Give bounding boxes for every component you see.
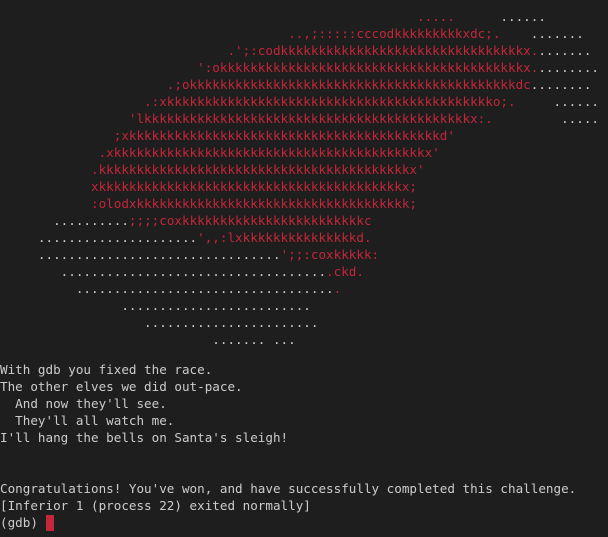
ascii-art-line: .:xkkkkkkkkkkkkkkkkkkkkkkkkkkkkkkkkkkkkk…	[0, 93, 599, 110]
ascii-art-segment: .......	[538, 43, 592, 58]
ascii-art-segment: ;xkkkkkkkkkkkkkkkkkkkkkkkkkkkkkkkkkkkkkk…	[0, 128, 455, 143]
output-line: [Inferior 1 (process 22) exited normally…	[0, 498, 311, 513]
ascii-art-line: .........................	[0, 297, 599, 314]
ascii-art-line: .;okkkkkkkkkkkkkkkkkkkkkkkkkkkkkkkkkkkkk…	[0, 76, 599, 93]
ascii-art-line: ..........;;;;coxkkkkkkkkkkkkkkkkkkkkkkk…	[0, 212, 599, 229]
ascii-art-segment: .........................	[0, 298, 311, 313]
ascii-art-line: :olodxkkkkkkkkkkkkkkkkkkkkkkkkkkkkkkkkkk…	[0, 195, 599, 212]
ascii-art-segment: ..................................	[0, 281, 334, 296]
ascii-art-line: ..,;:::::cccodkkkkkkkkkxdc;. .......	[0, 25, 599, 42]
ascii-art-segment: .....	[0, 9, 501, 24]
ascii-art-line: xkkkkkkkkkkkkkkkkkkkkkkkkkkkkkkkkkkkkkkk…	[0, 178, 599, 195]
ascii-art-segment: ..........	[0, 213, 129, 228]
ascii-art-line: .kkkkkkkkkkkkkkkkkkkkkkkkkkkkkkkkkkkkkkk…	[0, 161, 599, 178]
ascii-art-segment: ........	[530, 77, 592, 92]
ascii-art-line: ':okkkkkkkkkkkkkkkkkkkkkkkkkkkkkkkkkkkkk…	[0, 59, 599, 76]
ascii-art-segment: ...................................	[0, 264, 327, 279]
ascii-art-segment: ........	[538, 60, 599, 75]
cursor[interactable]	[45, 514, 54, 531]
ascii-art-segment: ;;;;coxkkkkkkkkkkkkkkkkkkkkkkkkc	[128, 213, 372, 228]
ascii-art-line: .......................	[0, 314, 599, 331]
ascii-art-segment: xkkkkkkkkkkkkkkkkkkkkkkkkkkkkkkkkkkkkkkk…	[0, 179, 418, 194]
ascii-art-segment: 'lkkkkkkkkkkkkkkkkkkkkkkkkkkkkkkkkkkkkkk…	[0, 111, 562, 126]
output-line: I'll hang the bells on Santa's sleigh!	[0, 430, 289, 445]
ascii-art-segment: ';;:coxkkkkk:	[280, 247, 380, 262]
terminal-output: With gdb you fixed the race. The other el…	[0, 361, 576, 531]
gdb-prompt: (gdb)	[0, 515, 38, 530]
ascii-art-segment: ..,;:::::cccodkkkkkkkkkxdc;.	[0, 26, 531, 41]
ascii-art-line: ...................................	[0, 280, 599, 297]
ascii-art-segment: .:xkkkkkkkkkkkkkkkkkkkkkkkkkkkkkkkkkkkkk…	[0, 94, 554, 109]
ascii-art-line: ................................';;:coxk…	[0, 246, 599, 263]
output-line: The other elves we did out-pace.	[0, 379, 243, 394]
ascii-art-segment: .......................	[0, 315, 319, 330]
ascii-art-line: .';:codkkkkkkkkkkkkkkkkkkkkkkkkkkkkkkkkx…	[0, 42, 599, 59]
ascii-art-line: 'lkkkkkkkkkkkkkkkkkkkkkkkkkkkkkkkkkkkkkk…	[0, 110, 599, 127]
ascii-art-segment: .;okkkkkkkkkkkkkkkkkkkkkkkkkkkkkkkkkkkkk…	[0, 77, 531, 92]
ascii-art-segment: ':okkkkkkkkkkkkkkkkkkkkkkkkkkkkkkkkkkkkk…	[0, 60, 539, 75]
ascii-art-segment: .	[333, 281, 342, 296]
ascii-art-segment: ......	[500, 9, 546, 24]
ascii-art-line: ..... ......	[0, 8, 599, 25]
ascii-art-line: ;xkkkkkkkkkkkkkkkkkkkkkkkkkkkkkkkkkkkkkk…	[0, 127, 599, 144]
ascii-art-line: ....................................ckd.	[0, 263, 599, 280]
ascii-art-segment: .......	[530, 26, 584, 41]
output-line: With gdb you fixed the race.	[0, 362, 213, 377]
output-line: And now they'll see.	[0, 396, 167, 411]
gdb-prompt-line[interactable]: (gdb)	[0, 514, 576, 531]
ascii-art-segment: .xkkkkkkkkkkkkkkkkkkkkkkkkkkkkkkkkkkkkkk…	[0, 145, 440, 160]
ascii-art-segment: ....... ...	[0, 332, 296, 347]
ascii-art-segment: :olodxkkkkkkkkkkkkkkkkkkkkkkkkkkkkkkkkkk…	[0, 196, 418, 211]
ascii-art-segment: .....	[561, 111, 599, 126]
ascii-art-line: .....................',,:lxkkkkkkkkkkkkk…	[0, 229, 599, 246]
ascii-art: ..... ...... ..,;:::::cccodkkkkkkkkkxdc;…	[0, 8, 599, 348]
ascii-art-segment: ................................	[0, 247, 281, 262]
ascii-art-segment: .....................	[0, 230, 198, 245]
ascii-art-line: ....... ...	[0, 331, 599, 348]
ascii-art-segment: ',,:lxkkkkkkkkkkkkkkkd.	[197, 230, 372, 245]
terminal-window[interactable]: ..... ...... ..,;:::::cccodkkkkkkkkkxdc;…	[0, 0, 608, 537]
output-line: Congratulations! You've won, and have su…	[0, 481, 577, 496]
ascii-art-segment: ......	[553, 94, 600, 109]
output-line: They'll all watch me.	[0, 413, 175, 428]
ascii-art-segment: .kkkkkkkkkkkkkkkkkkkkkkkkkkkkkkkkkkkkkkk…	[0, 162, 425, 177]
ascii-art-segment: .ckd.	[326, 264, 364, 279]
ascii-art-line: .xkkkkkkkkkkkkkkkkkkkkkkkkkkkkkkkkkkkkkk…	[0, 144, 599, 161]
ascii-art-segment: .';:codkkkkkkkkkkkkkkkkkkkkkkkkkkkkkkkkx…	[0, 43, 539, 58]
